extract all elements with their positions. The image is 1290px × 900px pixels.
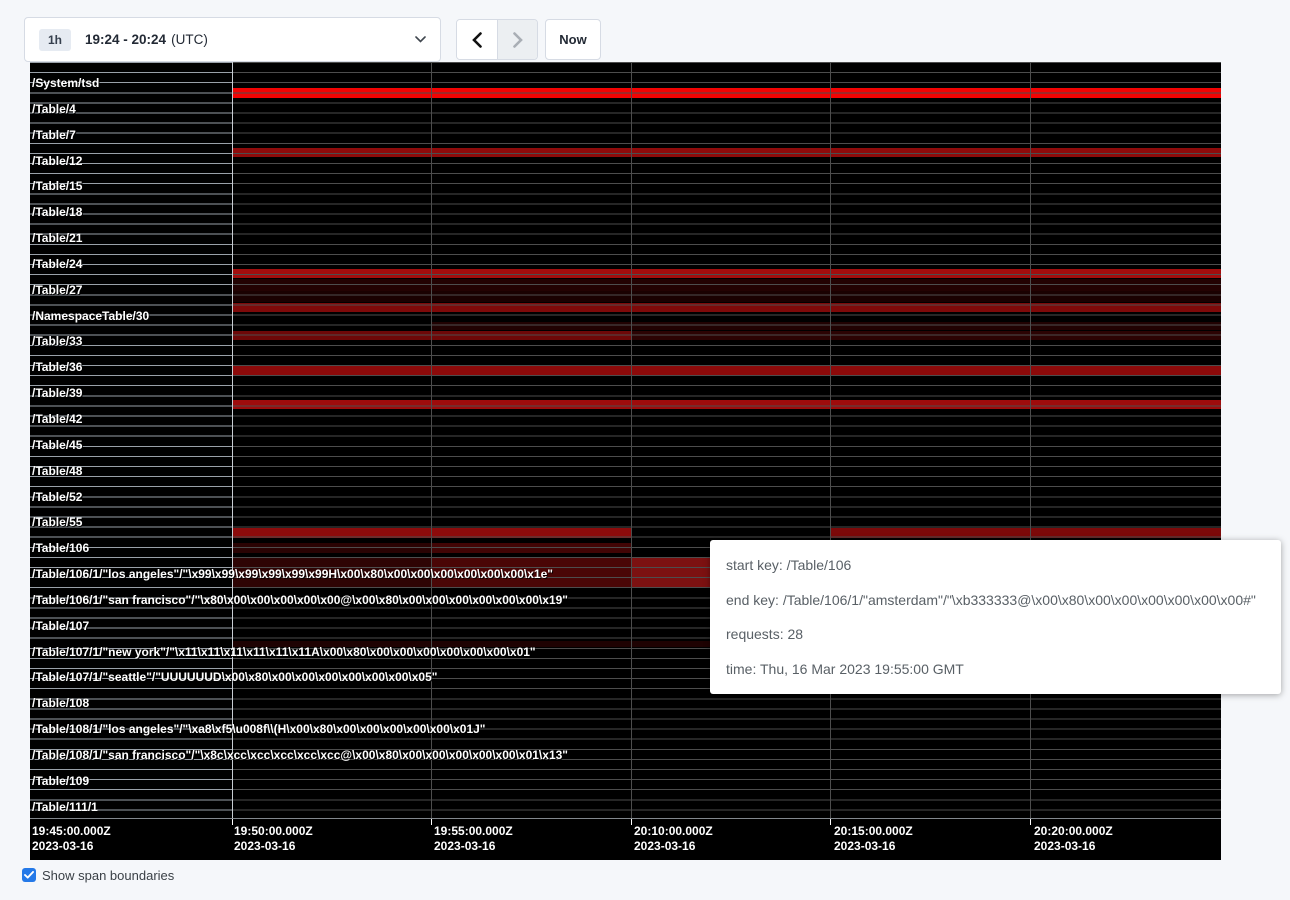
prev-time-button[interactable] — [457, 20, 497, 59]
axis-tick — [431, 819, 432, 825]
row-label: /Table/21 — [32, 231, 82, 245]
tooltip-start-key: start key: /Table/106 — [726, 557, 1265, 573]
row-label: /Table/106/1/"san francisco"/"\x80\x00\x… — [32, 593, 568, 607]
row-label: /Table/52 — [32, 490, 82, 504]
time-range-selector[interactable]: 1h 19:24 - 20:24 (UTC) — [24, 17, 441, 62]
axis-tick — [830, 819, 831, 825]
tooltip-time: time: Thu, 16 Mar 2023 19:55:00 GMT — [726, 661, 1265, 677]
row-label: /Table/109 — [32, 774, 89, 788]
toolbar: 1h 19:24 - 20:24 (UTC) Now — [0, 0, 1290, 62]
hot-range-band — [232, 366, 1221, 375]
row-label: /Table/15 — [32, 179, 82, 193]
hot-range-band — [232, 279, 1221, 291]
heatmap-plot[interactable]: /System/tsd/Table/4/Table/7/Table/12/Tab… — [30, 62, 1221, 818]
axis-time-label: 19:45:00.000Z2023-03-16 — [32, 824, 111, 854]
span-tooltip: start key: /Table/106 end key: /Table/10… — [710, 540, 1281, 694]
chevron-right-icon — [513, 32, 523, 48]
label-column-divider — [232, 62, 233, 818]
hot-range-band — [431, 543, 631, 553]
row-label: /Table/108 — [32, 696, 89, 710]
row-label: /Table/48 — [32, 464, 82, 478]
axis-tick — [631, 819, 632, 825]
chevron-down-icon — [415, 36, 426, 43]
row-label: /Table/12 — [32, 154, 82, 168]
axis-time-label: 20:20:00.000Z2023-03-16 — [1034, 824, 1113, 854]
time-nav-group — [456, 19, 538, 60]
hot-range-band — [631, 331, 1221, 340]
next-time-button[interactable] — [497, 20, 537, 59]
hot-range-band — [232, 400, 1221, 409]
time-range-zone: (UTC) — [171, 32, 208, 47]
show-span-boundaries-label: Show span boundaries — [42, 868, 174, 883]
hot-range-band — [232, 148, 1221, 157]
row-label: /Table/36 — [32, 360, 82, 374]
row-label: /Table/4 — [32, 102, 76, 116]
axis-tick — [1030, 819, 1031, 825]
row-label: /Table/24 — [32, 257, 82, 271]
hot-range-band — [431, 322, 1221, 330]
row-label: /System/tsd — [32, 76, 99, 90]
row-label: /Table/107/1/"seattle"/"UUUUUUD\x00\x80\… — [32, 670, 437, 684]
hot-range-band — [232, 303, 1221, 312]
row-label: /Table/111/1 — [32, 800, 98, 814]
axis-time-label: 19:50:00.000Z2023-03-16 — [234, 824, 313, 854]
row-label: /Table/33 — [32, 334, 82, 348]
axis-time-label: 20:15:00.000Z2023-03-16 — [834, 824, 913, 854]
span-boundary-lines-label-column — [30, 62, 232, 818]
time-axis: 19:45:00.000Z2023-03-16 19:50:00.000Z2023… — [30, 818, 1221, 860]
row-label: /Table/42 — [32, 412, 82, 426]
hot-range-band — [232, 543, 431, 553]
axis-time-label: 19:55:00.000Z2023-03-16 — [434, 824, 513, 854]
tooltip-requests: requests: 28 — [726, 626, 1265, 642]
hot-range-band — [232, 291, 1221, 302]
row-label: /NamespaceTable/30 — [32, 309, 149, 323]
time-range-text: 19:24 - 20:24 — [85, 32, 166, 47]
row-label: /Table/107/1/"new york"/"\x11\x11\x11\x1… — [32, 645, 536, 659]
row-label: /Table/108/1/"los angeles"/"\xa8\xf5\u00… — [32, 722, 486, 736]
span-boundary-lines — [30, 62, 1221, 818]
hot-range-band — [232, 88, 1221, 98]
row-label: /Table/108/1/"san francisco"/"\x8c\xcc\x… — [32, 748, 568, 762]
row-label: /Table/7 — [32, 128, 76, 142]
hot-range-band — [232, 269, 1221, 278]
footer: Show span boundaries — [22, 866, 174, 884]
time-gridline — [830, 62, 831, 818]
time-gridline — [1030, 62, 1031, 818]
axis-time-label: 20:10:00.000Z2023-03-16 — [634, 824, 713, 854]
time-gridline — [631, 62, 632, 818]
now-button[interactable]: Now — [545, 19, 601, 60]
key-visualizer-chart[interactable]: /System/tsd/Table/4/Table/7/Table/12/Tab… — [30, 62, 1221, 860]
time-gridline — [431, 62, 432, 818]
tooltip-end-key: end key: /Table/106/1/"amsterdam"/"\xb33… — [726, 592, 1265, 608]
check-icon — [24, 871, 34, 879]
hot-range-band — [830, 528, 1221, 538]
row-label: /Table/39 — [32, 386, 82, 400]
row-label: /Table/27 — [32, 283, 82, 297]
row-label: /Table/18 — [32, 205, 82, 219]
axis-tick — [232, 819, 233, 825]
row-label: /Table/106 — [32, 541, 89, 555]
row-label: /Table/107 — [32, 619, 89, 633]
row-label: /Table/55 — [32, 515, 82, 529]
time-preset-badge: 1h — [39, 29, 71, 51]
row-label: /Table/45 — [32, 438, 82, 452]
hot-range-band — [232, 557, 431, 587]
show-span-boundaries-checkbox[interactable] — [22, 868, 36, 882]
hot-range-band — [431, 557, 631, 587]
chevron-left-icon — [472, 32, 482, 48]
